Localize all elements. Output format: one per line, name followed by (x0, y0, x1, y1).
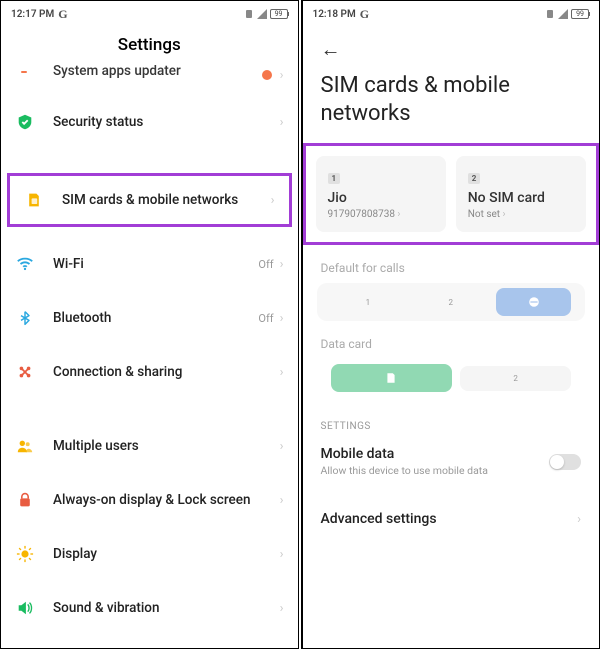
shield-icon (15, 112, 35, 132)
sim-status-icon (244, 9, 254, 19)
sim-card-1[interactable]: 1 Jio 917907808738 (316, 156, 446, 232)
settings-item-multiple-users[interactable]: Multiple users › (1, 419, 298, 473)
settings-item-sound[interactable]: Sound & vibration › (1, 581, 298, 635)
status-bar: 12:17 PM G 99 (1, 1, 298, 23)
mobile-data-title: Mobile data (321, 446, 550, 462)
sim-networks-screen: 12:18 PM G 99 ← SIM cards & mobile netwo… (302, 0, 600, 649)
arrow-left-icon: ← (321, 37, 341, 61)
chevron-icon: › (280, 601, 284, 616)
chevron-icon: › (271, 193, 275, 208)
signal-icon (257, 9, 267, 19)
settings-item-always-on-display[interactable]: Always-on display & Lock screen › (1, 473, 298, 527)
chevron-icon: › (280, 547, 284, 562)
sim-badge: 2 (468, 173, 481, 184)
chevron-icon: › (280, 311, 284, 326)
settings-item-wifi[interactable]: Wi-Fi Off › (1, 237, 298, 291)
chevron-icon: › (280, 493, 284, 508)
chevron-icon: › (280, 68, 284, 83)
settings-item-system-apps-updater[interactable]: System apps updater › (1, 65, 298, 95)
status-time: 12:18 PM (313, 9, 356, 20)
signal-icon (558, 9, 568, 19)
sim-icon (24, 190, 44, 210)
battery-icon: 99 (571, 9, 589, 19)
updater-icon (15, 65, 35, 85)
settings-item-security-status[interactable]: Security status › (1, 95, 298, 149)
sharing-icon (15, 362, 35, 382)
mobile-data-sub: Allow this device to use mobile data (321, 464, 550, 477)
advanced-settings-row[interactable]: Advanced settings › (303, 491, 600, 527)
sim-card-2[interactable]: 2 No SIM card Not set (456, 156, 586, 232)
chevron-icon: › (280, 439, 284, 454)
calls-option-ask[interactable] (496, 288, 571, 316)
google-icon: G (360, 7, 369, 22)
sim-badge: 1 (328, 173, 341, 184)
default-calls-label: Default for calls (303, 245, 600, 283)
chevron-icon: › (280, 115, 284, 130)
mobile-data-toggle[interactable] (549, 454, 581, 470)
settings-section-header: SETTINGS (303, 397, 600, 440)
default-calls-selector[interactable]: 1 2 (317, 283, 586, 321)
page-title: Settings (1, 23, 298, 65)
sim-name: No SIM card (468, 190, 574, 206)
data-option-1[interactable] (331, 364, 453, 392)
sim-cards-container: 1 Jio 917907808738 2 No SIM card Not set (303, 143, 600, 245)
data-option-2[interactable]: 2 (460, 366, 571, 391)
sim-name: Jio (328, 190, 434, 206)
settings-item-notifications[interactable]: Notifications & Control centre › (1, 635, 298, 649)
wifi-icon (15, 254, 35, 274)
users-icon (15, 436, 35, 456)
sound-icon (15, 598, 35, 618)
wifi-status: Off (258, 258, 273, 271)
lock-icon (15, 490, 35, 510)
battery-icon: 99 (270, 9, 288, 19)
sim-status: Not set (468, 209, 574, 220)
mobile-data-row[interactable]: Mobile data Allow this device to use mob… (303, 440, 600, 491)
bluetooth-status: Off (258, 312, 273, 325)
sim-number: 917907808738 (328, 209, 434, 220)
status-bar: 12:18 PM G 99 (303, 1, 600, 23)
calls-option-2[interactable]: 2 (413, 290, 488, 315)
page-title: SIM cards & mobile networks (303, 68, 600, 143)
settings-item-bluetooth[interactable]: Bluetooth Off › (1, 291, 298, 345)
data-card-label: Data card (303, 321, 600, 359)
sim-status-icon (545, 9, 555, 19)
settings-screen: 12:17 PM G 99 Settings System apps updat… (0, 0, 298, 649)
settings-item-connection-sharing[interactable]: Connection & sharing › (1, 345, 298, 399)
data-card-selector[interactable]: 2 (317, 359, 586, 397)
notifications-icon (15, 645, 35, 649)
display-icon (15, 544, 35, 564)
chevron-icon: › (577, 512, 581, 527)
chevron-icon: › (280, 257, 284, 272)
status-time: 12:17 PM (11, 9, 54, 20)
chevron-icon: › (280, 365, 284, 380)
google-icon: G (58, 7, 67, 22)
settings-item-display[interactable]: Display › (1, 527, 298, 581)
calls-option-1[interactable]: 1 (331, 290, 406, 315)
badge-dot (262, 70, 272, 80)
settings-item-sim-cards[interactable]: SIM cards & mobile networks › (7, 173, 292, 227)
back-button[interactable]: ← (303, 23, 600, 68)
bluetooth-icon (15, 308, 35, 328)
